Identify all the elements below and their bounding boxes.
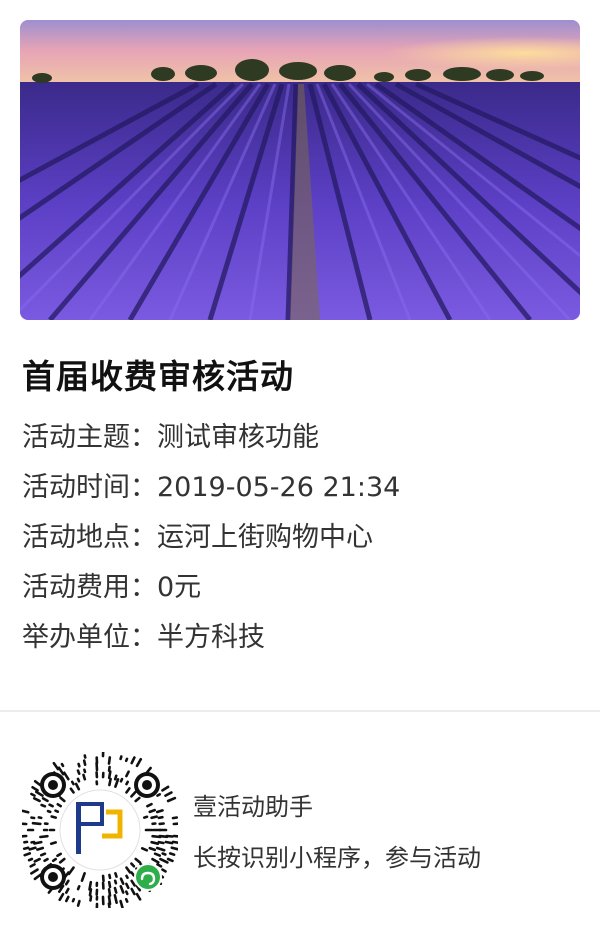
mini-program-name: 壹活动助手	[193, 793, 313, 821]
mini-program-code-icon[interactable]	[22, 752, 178, 908]
info-label: 活动时间：	[22, 472, 157, 503]
info-row-fee: 活动费用：0元	[22, 568, 400, 618]
long-press-hint: 长按识别小程序，参与活动	[193, 844, 481, 872]
info-label: 活动主题：	[22, 422, 157, 453]
info-value: 测试审核功能	[157, 422, 319, 453]
info-row-time: 活动时间：2019-05-26 21:34	[22, 468, 400, 518]
info-row-organizer: 举办单位：半方科技	[22, 618, 400, 668]
lavender-field-photo	[20, 20, 580, 320]
info-value: 运河上街购物中心	[157, 522, 373, 553]
info-value: 半方科技	[157, 622, 265, 653]
event-share-card: 首届收费审核活动 活动主题：测试审核功能 活动时间：2019-05-26 21:…	[0, 0, 600, 940]
info-value: 0元	[157, 572, 202, 603]
divider	[0, 710, 600, 712]
info-label: 活动地点：	[22, 522, 157, 553]
info-value: 2019-05-26 21:34	[157, 472, 401, 503]
event-info-list: 活动主题：测试审核功能 活动时间：2019-05-26 21:34 活动地点：运…	[22, 418, 400, 668]
info-label: 举办单位：	[22, 622, 157, 653]
event-title: 首届收费审核活动	[22, 357, 294, 396]
info-label: 活动费用：	[22, 572, 157, 603]
info-row-location: 活动地点：运河上街购物中心	[22, 518, 400, 568]
info-row-theme: 活动主题：测试审核功能	[22, 418, 400, 468]
